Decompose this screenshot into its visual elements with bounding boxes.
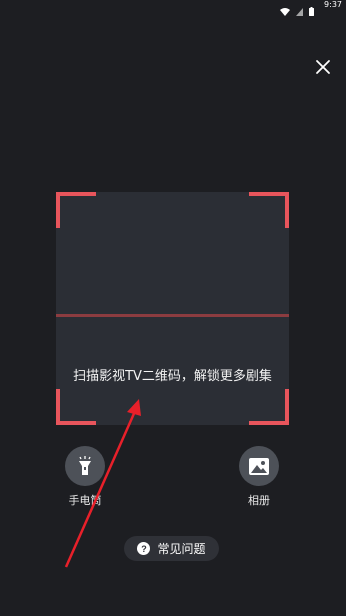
- frame-corner-top-left: [56, 192, 96, 228]
- faq-button[interactable]: ? 常见问题: [124, 536, 219, 561]
- flashlight-label: 手电筒: [68, 494, 102, 507]
- faq-label: 常见问题: [157, 542, 206, 556]
- album-button[interactable]: [239, 446, 279, 486]
- question-icon: ?: [137, 542, 151, 555]
- scan-frame: 扫描影视TV二维码，解锁更多剧集: [56, 192, 289, 425]
- scan-line: [56, 314, 289, 317]
- frame-corner-bottom-right: [249, 389, 289, 425]
- close-icon: [316, 60, 330, 74]
- signal-icon: [296, 1, 303, 20]
- image-icon: [249, 457, 269, 475]
- status-bar: 9:37: [226, 0, 346, 16]
- close-button[interactable]: [312, 56, 334, 78]
- scan-hint-text: 扫描影视TV二维码，解锁更多剧集: [73, 369, 272, 384]
- album-label: 相册: [248, 494, 270, 507]
- status-time: 9:37: [324, 0, 342, 9]
- flashlight-button[interactable]: [65, 446, 105, 486]
- frame-corner-bottom-left: [56, 389, 96, 425]
- flashlight-icon: [79, 456, 91, 475]
- wifi-icon: [280, 1, 290, 20]
- frame-corner-top-right: [249, 192, 289, 228]
- battery-icon: [309, 1, 314, 20]
